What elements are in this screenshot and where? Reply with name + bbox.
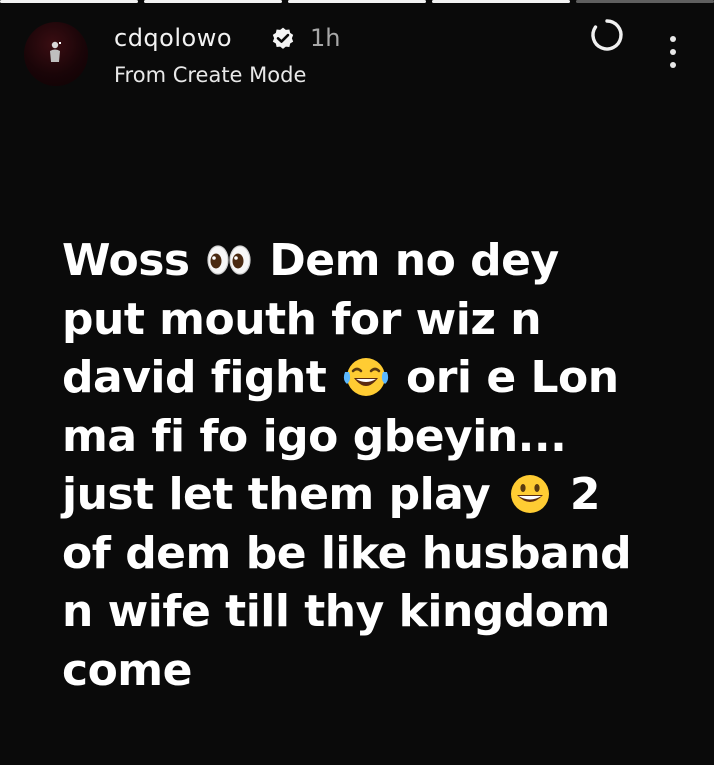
text-segment: ori e Lon bbox=[406, 352, 619, 403]
text-line: come bbox=[62, 644, 193, 696]
text-line: of dem be like husband bbox=[62, 527, 632, 579]
grinning-face-emoji-icon bbox=[511, 475, 550, 513]
text-line: n wife till thy kingdom bbox=[62, 586, 610, 637]
story-header: cdqolowo 1h From Create Mode bbox=[24, 14, 694, 94]
tears-of-joy-emoji-icon bbox=[344, 358, 389, 396]
story-subtitle: From Create Mode bbox=[114, 63, 307, 87]
menu-dot bbox=[670, 62, 676, 68]
menu-dot bbox=[670, 36, 676, 42]
text-line: just let them play 2 bbox=[62, 466, 692, 525]
progress-segment bbox=[0, 0, 138, 3]
text-segment: Woss bbox=[62, 235, 190, 286]
progress-segment-current bbox=[576, 0, 714, 3]
more-vertical-icon[interactable] bbox=[666, 36, 680, 76]
story-text: Woss Dem no dey put mouth for wiz n davi… bbox=[62, 232, 692, 700]
eyes-emoji-icon bbox=[207, 245, 252, 275]
username[interactable]: cdqolowo bbox=[114, 24, 232, 52]
text-segment: just let them play bbox=[62, 469, 491, 520]
loading-spinner-icon bbox=[591, 19, 623, 51]
story-progress-bar bbox=[0, 0, 714, 6]
text-line: Woss Dem no dey bbox=[62, 232, 692, 291]
text-segment: Dem no dey bbox=[269, 235, 559, 286]
progress-segment bbox=[288, 0, 426, 3]
text-line: ma fi fo igo gbeyin... bbox=[62, 410, 567, 462]
avatar[interactable] bbox=[24, 22, 88, 86]
text-segment: 2 bbox=[569, 469, 601, 520]
text-line: put mouth for wiz n bbox=[62, 293, 542, 345]
verified-badge-icon bbox=[272, 27, 294, 49]
avatar-figure-icon bbox=[50, 41, 61, 62]
text-segment: david fight bbox=[62, 352, 327, 403]
text-line: david fight ori e Lon bbox=[62, 349, 692, 408]
progress-segment bbox=[432, 0, 570, 3]
progress-segment bbox=[144, 0, 282, 3]
menu-dot bbox=[670, 49, 676, 55]
post-time: 1h bbox=[310, 24, 341, 52]
